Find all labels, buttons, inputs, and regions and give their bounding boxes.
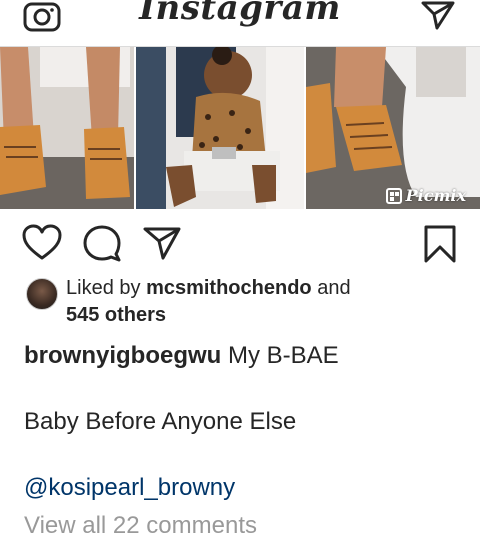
instagram-logo[interactable]: Instagram bbox=[0, 0, 480, 28]
view-comments-link[interactable]: View all 22 comments bbox=[24, 510, 257, 542]
caption-text: My B-BAE bbox=[228, 342, 339, 369]
caption: brownyigboegwu My B-BAE bbox=[24, 340, 464, 372]
media-panel-feet bbox=[0, 47, 134, 209]
post-actions bbox=[0, 224, 480, 268]
mention-link[interactable]: @kosipearl_browny bbox=[24, 472, 235, 504]
caption-line-2: Baby Before Anyone Else bbox=[24, 408, 297, 435]
liked-by-prefix: Liked by bbox=[66, 277, 141, 299]
likes-line: Liked by mcsmithochendo and bbox=[66, 276, 351, 300]
heart-icon[interactable] bbox=[22, 224, 62, 262]
liker-avatar[interactable] bbox=[26, 278, 58, 310]
likes-summary: Liked by mcsmithochendo and 545 others bbox=[26, 276, 466, 328]
media-panel-sneaker: Picmix bbox=[306, 47, 480, 209]
post-media[interactable]: Picmix bbox=[0, 47, 480, 209]
others-link[interactable]: 545 others bbox=[66, 303, 166, 327]
share-icon[interactable] bbox=[142, 224, 182, 262]
bookmark-icon[interactable] bbox=[420, 224, 460, 264]
comment-icon[interactable] bbox=[82, 224, 122, 262]
picmix-watermark: Picmix bbox=[385, 186, 466, 205]
picmix-label: Picmix bbox=[405, 186, 466, 205]
media-panel-toddler bbox=[136, 47, 304, 209]
top-bar: Instagram bbox=[0, 0, 480, 46]
likes-conjunction: and bbox=[317, 277, 351, 299]
picmix-icon bbox=[385, 187, 402, 204]
direct-message-icon[interactable] bbox=[420, 0, 456, 30]
liker-username-link[interactable]: mcsmithochendo bbox=[146, 277, 312, 299]
author-username-link[interactable]: brownyigboegwu bbox=[24, 342, 221, 369]
